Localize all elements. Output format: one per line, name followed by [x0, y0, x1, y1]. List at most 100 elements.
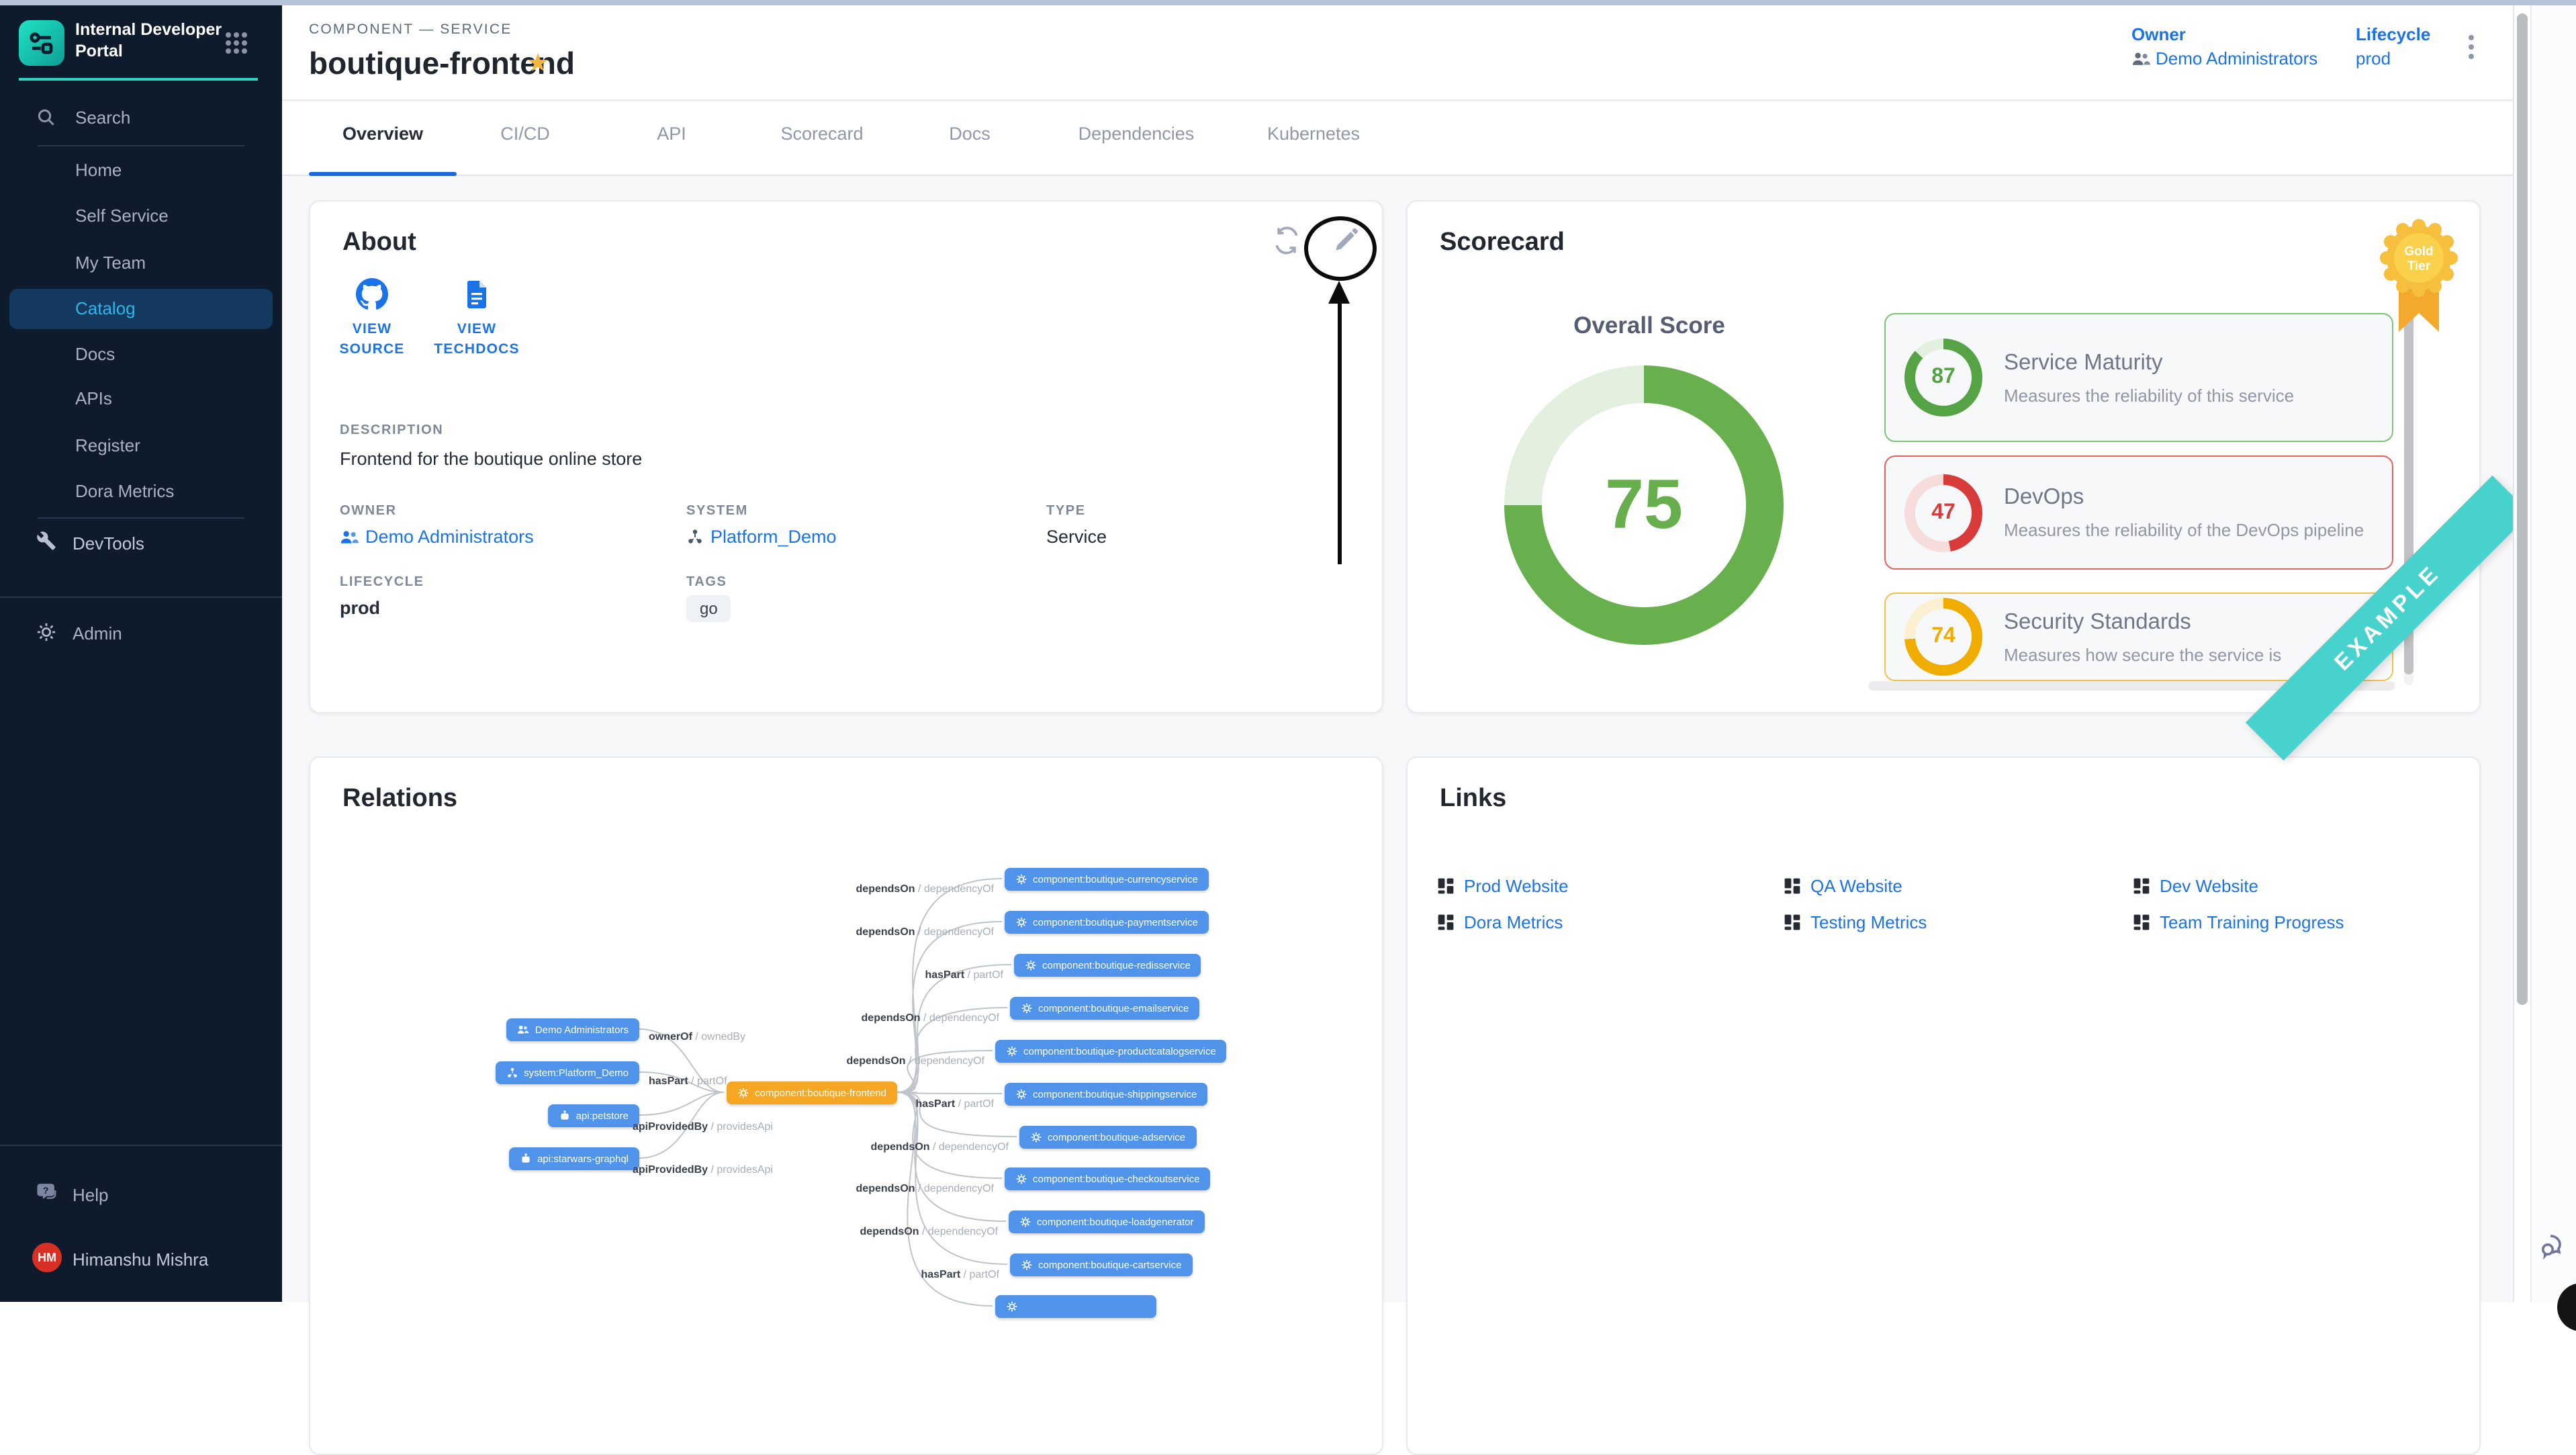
sidebar-item-admin[interactable]: Admin — [73, 621, 122, 648]
view-techdocs-button[interactable]: VIEW TECHDOCS — [426, 278, 528, 360]
tab-kubernetes[interactable]: Kubernetes — [1267, 124, 1360, 144]
divider — [0, 597, 282, 598]
graph-node-component-boutique-currencyservice[interactable]: component:boutique-currencyservice — [1005, 868, 1209, 891]
graph-node-component-boutique-shippingservice[interactable]: component:boutique-shippingservice — [1005, 1083, 1207, 1106]
about-card: About VIEW SO — [309, 200, 1383, 713]
graph-node-item[interactable] — [995, 1295, 1156, 1318]
scorecard-hscrollbar-track[interactable] — [1868, 681, 2395, 691]
graph-node-component-boutique-paymentservice[interactable]: component:boutique-paymentservice — [1005, 911, 1209, 934]
sidebar: Internal Developer Portal Search HomeSel… — [0, 0, 282, 1302]
sidebar-item-register[interactable]: Register — [75, 433, 140, 459]
refresh-icon[interactable] — [1272, 226, 1304, 258]
graph-node-component-boutique-checkoutservice[interactable]: component:boutique-checkoutservice — [1005, 1167, 1211, 1190]
edge-label: hasPart / partOf — [798, 1268, 999, 1280]
system-field-link[interactable]: Platform_Demo — [686, 527, 837, 547]
annotation-circle — [1304, 216, 1377, 281]
score-tile-devops[interactable]: 47 DevOps Measures the reliability of th… — [1884, 455, 2393, 570]
graph-node-api-petstore[interactable]: api:petstore — [548, 1104, 639, 1127]
people-icon — [340, 527, 359, 546]
type-field-label: TYPE — [1046, 504, 1086, 519]
annotation-arrow-line — [1338, 302, 1342, 564]
user-avatar[interactable]: HM — [32, 1243, 62, 1272]
tab-dependencies[interactable]: Dependencies — [1078, 124, 1195, 144]
app-logo — [19, 20, 64, 66]
tab-overview[interactable]: Overview — [342, 124, 423, 144]
score-tile-name: Service Maturity — [2004, 350, 2294, 376]
sidebar-item-docs[interactable]: Docs — [75, 341, 115, 368]
sidebar-item-help[interactable]: Help — [73, 1182, 109, 1209]
owner-label: Owner — [2131, 24, 2317, 44]
score-tile-service-maturity[interactable]: 87 Service Maturity Measures the reliabi… — [1884, 313, 2393, 442]
owner-field-link[interactable]: Demo Administrators — [340, 527, 534, 547]
sidebar-item-devtools[interactable]: DevTools — [73, 531, 144, 558]
tab-api[interactable]: API — [657, 124, 686, 144]
graph-node-component-boutique-cartservice[interactable]: component:boutique-cartservice — [1010, 1253, 1192, 1276]
edge-label: ownerOf / ownedBy — [649, 1030, 745, 1043]
user-name[interactable]: Himanshu Mishra — [73, 1247, 208, 1274]
graph-node-component-boutique-loadgenerator[interactable]: component:boutique-loadgenerator — [1009, 1210, 1205, 1233]
edge-label: dependsOn / dependencyOf — [798, 1012, 999, 1024]
score-ring: 47 — [1904, 474, 1982, 552]
scorecard-scrollbar-thumb[interactable] — [2404, 290, 2413, 674]
link-qa-website[interactable]: QA Website — [1784, 876, 1902, 896]
dashboard-icon — [2133, 877, 2150, 895]
description-label: DESCRIPTION — [340, 423, 443, 438]
link-dora-metrics[interactable]: Dora Metrics — [1437, 912, 1563, 932]
graph-node-api-starwars-graphql[interactable]: api:starwars-graphql — [509, 1147, 639, 1170]
link-dev-website[interactable]: Dev Website — [2133, 876, 2258, 896]
chat-bubbles-icon[interactable] — [2538, 1229, 2571, 1268]
graph-node-demo-administrators[interactable]: Demo Administrators — [507, 1018, 639, 1041]
page-scrollbar-thumb[interactable] — [2517, 13, 2528, 1005]
page-scrollbar-track[interactable] — [2513, 0, 2530, 1302]
score-tile-description: Measures the reliability of the DevOps p… — [2004, 520, 2364, 540]
tab-bar: Overview CI/CD API Scorecard Docs Dependencie… — [282, 102, 2513, 176]
score-tile-security-standards[interactable]: 74 Security Standards Measures how secur… — [1884, 592, 2393, 681]
dashboard-icon — [2133, 914, 2150, 931]
link-team-training-progress[interactable]: Team Training Progress — [2133, 912, 2344, 932]
overall-score-donut: 75 — [1504, 365, 1784, 645]
search-input[interactable]: Search — [75, 105, 130, 132]
overall-score-value: 75 — [1605, 465, 1683, 545]
annotation-arrowhead — [1328, 281, 1350, 304]
system-field-label: SYSTEM — [686, 504, 748, 519]
tab-ci-cd[interactable]: CI/CD — [500, 124, 550, 144]
edge-label: dependsOn / dependencyOf — [792, 1182, 994, 1194]
edge-label: dependsOn / dependencyOf — [796, 1225, 998, 1237]
link-prod-website[interactable]: Prod Website — [1437, 876, 1569, 896]
page: Internal Developer Portal Search HomeSel… — [0, 0, 2576, 1302]
links-card: Links Prod WebsiteQA WebsiteDev WebsiteD… — [1406, 756, 2481, 1455]
sidebar-item-self-service[interactable]: Self Service — [75, 203, 169, 230]
tab-scorecard[interactable]: Scorecard — [780, 124, 863, 144]
svg-text:?: ? — [43, 1186, 49, 1196]
main-area: COMPONENT — SERVICE boutique-frontend ★ … — [282, 5, 2513, 1302]
favorite-star-icon[interactable]: ★ — [526, 48, 549, 79]
more-menu-icon[interactable] — [2460, 35, 2482, 64]
view-source-button[interactable]: VIEW SOURCE — [321, 278, 423, 360]
sidebar-item-dora-metrics[interactable]: Dora Metrics — [75, 478, 174, 505]
type-field-value: Service — [1046, 527, 1107, 547]
tab-docs[interactable]: Docs — [949, 124, 991, 144]
overall-score-label: Overall Score — [1528, 312, 1770, 340]
link-testing-metrics[interactable]: Testing Metrics — [1784, 912, 1927, 932]
dashboard-icon — [1784, 877, 1801, 895]
sidebar-item-my-team[interactable]: My Team — [75, 250, 146, 277]
sidebar-item-home[interactable]: Home — [75, 157, 122, 184]
sidebar-item-apis[interactable]: APIs — [75, 386, 112, 412]
graph-node-component-boutique-adservice[interactable]: component:boutique-adservice — [1019, 1126, 1196, 1149]
graph-node-component-boutique-emailservice[interactable]: component:boutique-emailservice — [1010, 997, 1199, 1020]
relations-card: Relations component:boutique-frontendDem… — [309, 756, 1383, 1455]
graph-node-component-boutique-productcatalogservice[interactable]: component:boutique-productcatalogservice — [995, 1040, 1227, 1063]
graph-node-component-boutique-redisservice[interactable]: component:boutique-redisservice — [1014, 954, 1201, 977]
edge-label: hasPart / partOf — [802, 969, 1003, 981]
entity-header: COMPONENT — SERVICE boutique-frontend ★ … — [282, 5, 2513, 101]
edge-label: dependsOn / dependencyOf — [807, 1141, 1009, 1153]
sidebar-item-catalog[interactable]: Catalog — [75, 296, 136, 322]
owner-link[interactable]: Demo Administrators — [2131, 48, 2317, 69]
app-switcher-icon[interactable] — [223, 30, 250, 63]
badge-line2: Tier — [2407, 259, 2431, 273]
docs-icon — [461, 278, 493, 310]
graph-node-system-platform-demo[interactable]: system:Platform_Demo — [496, 1061, 639, 1084]
search-icon — [36, 107, 56, 134]
tags-field-label: TAGS — [686, 575, 727, 590]
tag-chip[interactable]: go — [686, 595, 731, 622]
